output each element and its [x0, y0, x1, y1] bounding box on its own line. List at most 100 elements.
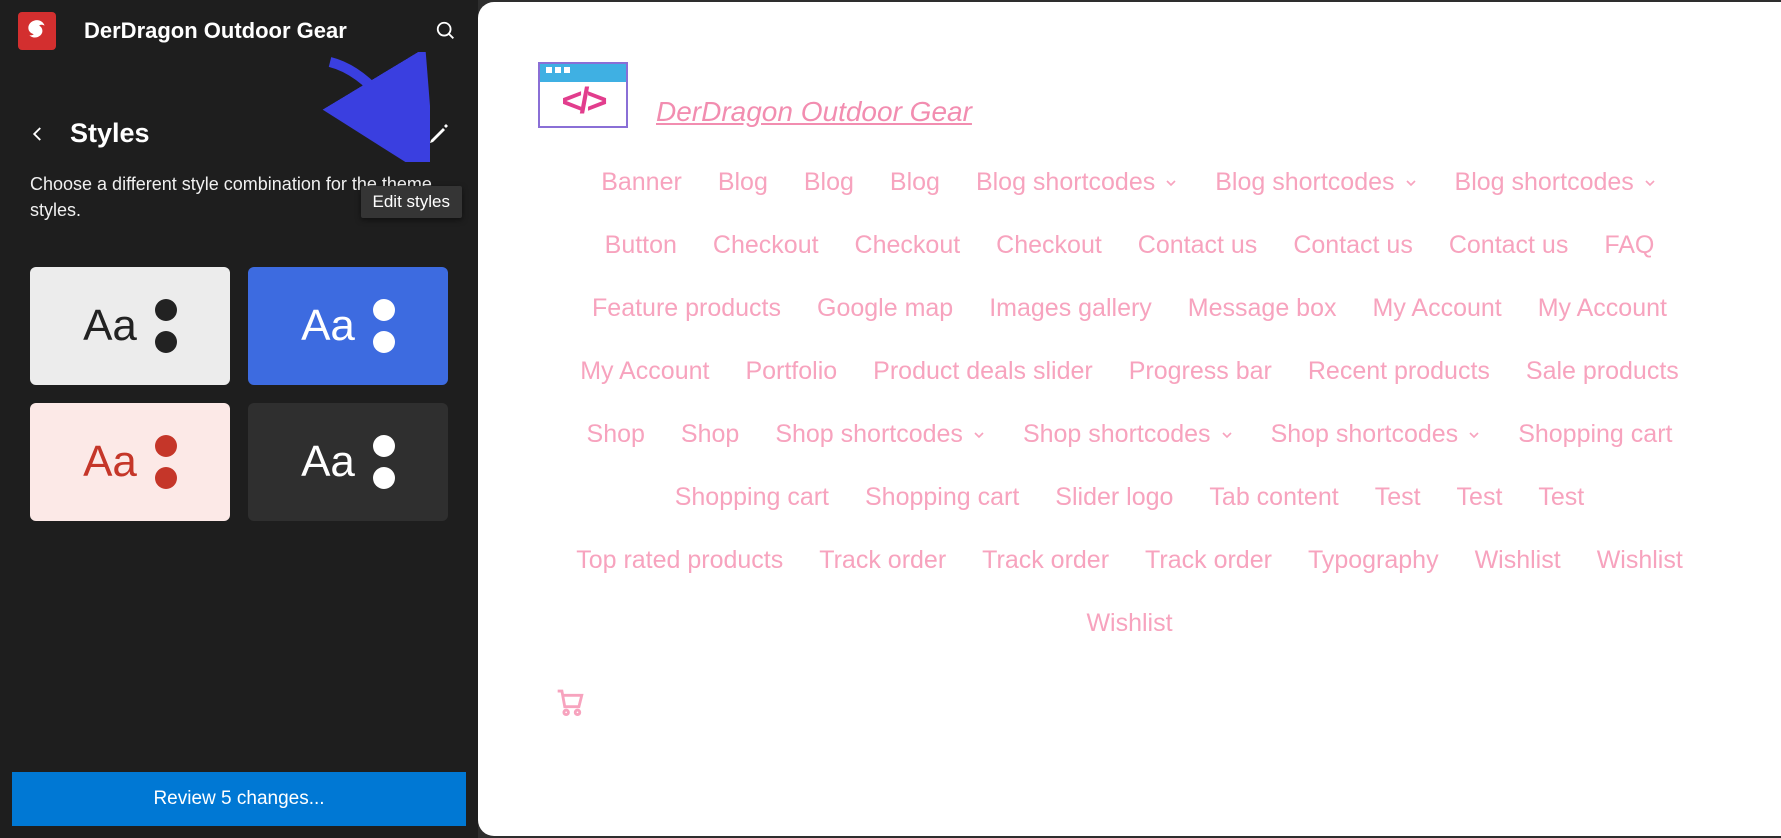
- nav-item[interactable]: Progress bar: [1111, 357, 1290, 386]
- style-variants-grid: AaAaAaAa: [0, 223, 478, 541]
- nav-item[interactable]: Portfolio: [727, 357, 855, 386]
- search-button[interactable]: [432, 17, 460, 45]
- nav-item[interactable]: Top rated products: [558, 546, 801, 575]
- nav-item[interactable]: Product deals slider: [855, 357, 1111, 386]
- preview-site-title-link[interactable]: DerDragon Outdoor Gear: [656, 96, 972, 128]
- nav-item[interactable]: Blog shortcodes: [958, 168, 1197, 197]
- style-variant-pink[interactable]: Aa: [30, 403, 230, 521]
- pencil-icon: [427, 122, 451, 146]
- nav-item-label: Track order: [982, 546, 1109, 575]
- nav-item[interactable]: Contact us: [1120, 231, 1276, 260]
- nav-item[interactable]: Wishlist: [1457, 546, 1579, 575]
- chevron-down-icon: [1466, 427, 1482, 443]
- preview-nav: BannerBlogBlogBlogBlog shortcodesBlog sh…: [538, 168, 1721, 638]
- nav-item-label: Track order: [1145, 546, 1272, 575]
- style-variant-blue[interactable]: Aa: [248, 267, 448, 385]
- nav-item-label: Typography: [1308, 546, 1439, 575]
- nav-item[interactable]: Blog shortcodes: [1197, 168, 1436, 197]
- nav-item[interactable]: Checkout: [837, 231, 979, 260]
- nav-item-label: Test: [1457, 483, 1503, 512]
- nav-item-label: Blog shortcodes: [1455, 168, 1634, 197]
- nav-item[interactable]: Test: [1439, 483, 1521, 512]
- nav-item-label: Blog: [718, 168, 768, 197]
- back-button[interactable]: [26, 122, 50, 146]
- nav-item[interactable]: Shop: [569, 420, 663, 449]
- nav-item[interactable]: Typography: [1290, 546, 1457, 575]
- nav-item[interactable]: Shop shortcodes: [1005, 420, 1253, 449]
- cart-button[interactable]: [552, 684, 588, 720]
- palette-dots-icon: [155, 299, 177, 353]
- nav-item[interactable]: Tab content: [1191, 483, 1356, 512]
- nav-item[interactable]: Track order: [964, 546, 1127, 575]
- nav-item[interactable]: My Account: [1355, 294, 1520, 323]
- nav-item[interactable]: Recent products: [1290, 357, 1508, 386]
- palette-dots-icon: [373, 299, 395, 353]
- nav-item-label: Shop shortcodes: [775, 420, 963, 449]
- nav-item[interactable]: Shop: [663, 420, 757, 449]
- nav-item[interactable]: Feature products: [574, 294, 799, 323]
- preview-header: </> DerDragon Outdoor Gear: [538, 62, 1721, 128]
- nav-item[interactable]: Google map: [799, 294, 971, 323]
- nav-item-label: Shopping cart: [1518, 420, 1672, 449]
- style-variant-dark[interactable]: Aa: [248, 403, 448, 521]
- nav-item-label: Shop shortcodes: [1271, 420, 1459, 449]
- nav-item-label: Feature products: [592, 294, 781, 323]
- nav-item[interactable]: Shop shortcodes: [757, 420, 1005, 449]
- preview-site-logo[interactable]: </>: [538, 62, 628, 128]
- nav-item[interactable]: Test: [1520, 483, 1602, 512]
- nav-item-label: Contact us: [1449, 231, 1569, 260]
- nav-item[interactable]: Slider logo: [1037, 483, 1191, 512]
- chevron-down-icon: [1642, 175, 1658, 191]
- edit-styles-button[interactable]: [426, 121, 452, 147]
- nav-item[interactable]: Test: [1357, 483, 1439, 512]
- nav-item[interactable]: Blog: [786, 168, 872, 197]
- nav-item-label: Progress bar: [1129, 357, 1272, 386]
- nav-item[interactable]: My Account: [562, 357, 727, 386]
- nav-item[interactable]: Shopping cart: [657, 483, 847, 512]
- nav-item-label: Shop shortcodes: [1023, 420, 1211, 449]
- nav-item[interactable]: Images gallery: [971, 294, 1170, 323]
- nav-item[interactable]: Wishlist: [1068, 609, 1190, 638]
- nav-item[interactable]: Banner: [583, 168, 700, 197]
- site-title: DerDragon Outdoor Gear: [84, 18, 432, 44]
- edit-styles-tooltip: Edit styles: [361, 186, 462, 218]
- nav-item[interactable]: Message box: [1170, 294, 1355, 323]
- nav-item[interactable]: My Account: [1520, 294, 1685, 323]
- preview-button[interactable]: [376, 121, 402, 147]
- nav-item[interactable]: Shop shortcodes: [1253, 420, 1501, 449]
- nav-item[interactable]: Checkout: [978, 231, 1120, 260]
- sidebar-header: DerDragon Outdoor Gear: [0, 0, 478, 58]
- nav-item[interactable]: Wishlist: [1579, 546, 1701, 575]
- nav-item-label: Checkout: [996, 231, 1102, 260]
- cart-row: [538, 684, 1721, 720]
- nav-item[interactable]: Checkout: [695, 231, 837, 260]
- nav-item[interactable]: Contact us: [1275, 231, 1431, 260]
- site-logo-icon: [18, 12, 56, 50]
- nav-item[interactable]: Blog: [872, 168, 958, 197]
- nav-item-label: Shop: [587, 420, 645, 449]
- review-changes-button[interactable]: Review 5 changes...: [12, 772, 466, 826]
- nav-item[interactable]: Shopping cart: [847, 483, 1037, 512]
- nav-item-label: Test: [1538, 483, 1584, 512]
- nav-item[interactable]: Blog shortcodes: [1437, 168, 1676, 197]
- nav-item[interactable]: Button: [587, 231, 695, 260]
- review-bar: Review 5 changes...: [0, 760, 478, 838]
- nav-item[interactable]: Track order: [1127, 546, 1290, 575]
- nav-item-label: Wishlist: [1475, 546, 1561, 575]
- nav-item[interactable]: Shopping cart: [1500, 420, 1690, 449]
- site-preview: </> DerDragon Outdoor Gear Banner Blog Blo…: [478, 2, 1781, 836]
- nav-item[interactable]: Contact us: [1431, 231, 1587, 260]
- editor-sidebar: DerDragon Outdoor Gear Styles: [0, 0, 478, 838]
- nav-item-label: Blog: [890, 168, 940, 197]
- nav-item[interactable]: FAQ: [1586, 231, 1672, 260]
- nav-item-label: Message box: [1188, 294, 1337, 323]
- nav-item-label: Top rated products: [576, 546, 783, 575]
- nav-item[interactable]: Sale products: [1508, 357, 1697, 386]
- nav-item[interactable]: Track order: [801, 546, 964, 575]
- code-brackets-icon: </>: [561, 80, 604, 122]
- nav-item-label: Tab content: [1209, 483, 1338, 512]
- panel-title: Styles: [70, 118, 376, 149]
- nav-item[interactable]: Blog: [700, 168, 786, 197]
- style-variant-light[interactable]: Aa: [30, 267, 230, 385]
- nav-item-label: My Account: [580, 357, 709, 386]
